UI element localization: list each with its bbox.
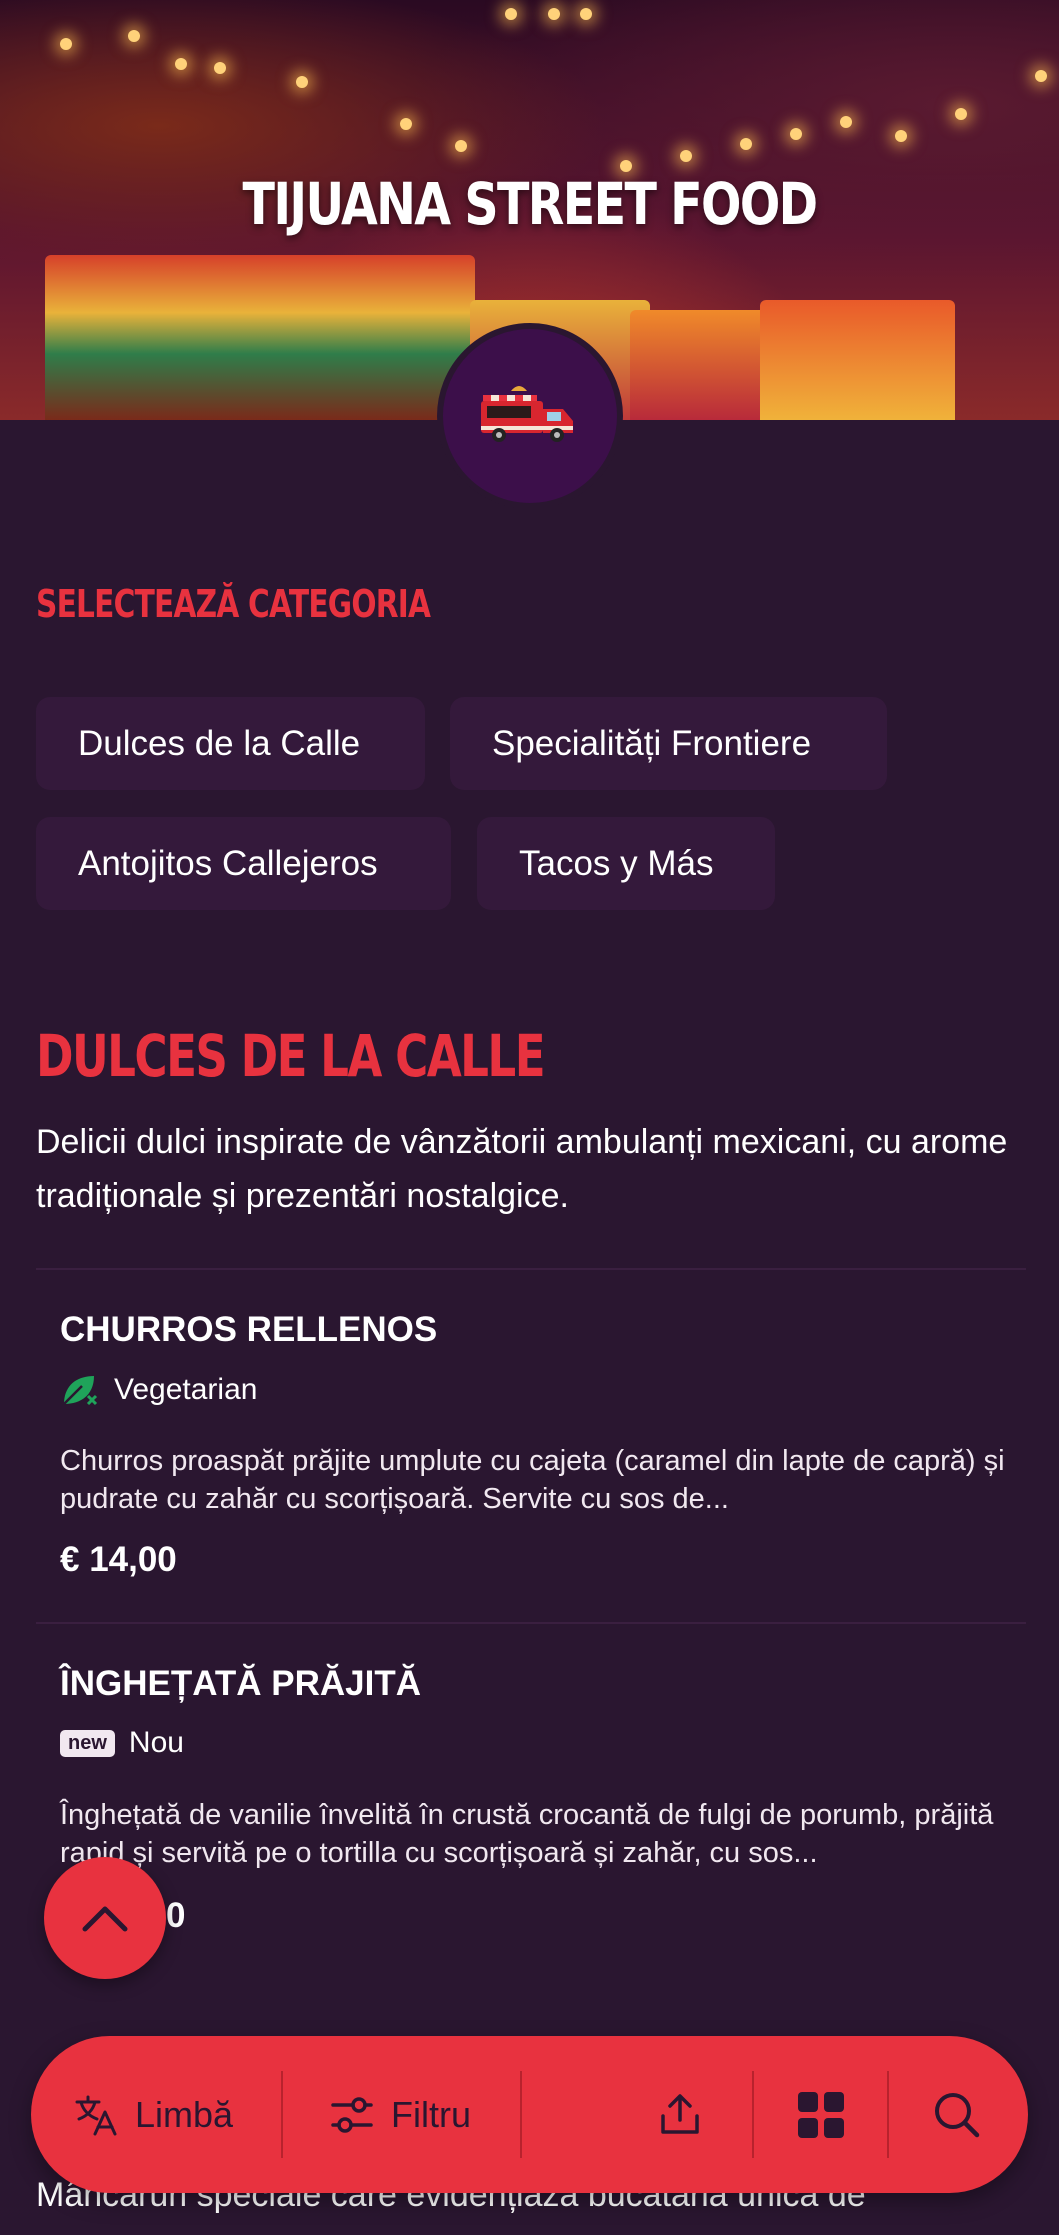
restaurant-logo [437,323,623,509]
grid-icon [798,2091,844,2138]
category-chip-antojitos[interactable]: Antojitos Callejeros [36,817,451,910]
filter-sliders-icon [331,2096,373,2133]
category-selector-label: SELECTEAZĂ CATEGORIA [36,582,431,626]
category-title: DULCES DE LA CALLE [36,1022,546,1090]
item-tag: Vegetarian [60,1372,257,1408]
food-truck-icon [481,386,573,442]
item-tag-label: Vegetarian [114,1373,258,1406]
filter-button[interactable]: Filtru [329,2036,471,2193]
filter-label: Filtru [391,2093,471,2135]
item-description: Churros proaspăt prăjite umplute cu caje… [60,1445,1005,1515]
category-chip-tacos[interactable]: Tacos y Más [477,817,775,910]
item-tag: new Nou [60,1726,184,1760]
item-price: € 14,00 [60,1540,177,1579]
search-button[interactable] [931,2036,983,2193]
item-price: 0 [166,1896,186,1935]
category-description: Delicii dulci inspirate de vânzătorii am… [36,1123,1008,1215]
grid-view-button[interactable] [796,2036,846,2193]
language-label: Limbă [135,2093,234,2135]
restaurant-title: TIJUANA STREET FOOD [242,170,819,238]
share-icon [661,2093,699,2134]
translate-icon [75,2095,117,2135]
leaf-icon [63,1376,98,1406]
item-tag-label: Nou [128,1726,184,1759]
language-button[interactable]: Limbă [73,2036,233,2193]
divider [36,1268,1026,1270]
item-description: Înghețată de vanilie învelită în crustă … [60,1799,994,1869]
bottom-toolbar: Limbă Filtru [31,2036,1028,2193]
category-chip-especialitati[interactable]: Specialități Frontiere [450,697,887,790]
chevron-up-icon [82,1906,128,1932]
item-name: ÎNGHEȚATĂ PRĂJITĂ [60,1664,422,1703]
share-button[interactable] [655,2036,705,2193]
item-name: CHURROS RELLENOS [60,1310,438,1349]
new-badge-icon: new [60,1729,115,1757]
divider [36,1622,1026,1624]
category-chip-dulces[interactable]: Dulces de la Calle [36,697,425,790]
scroll-to-top-button[interactable] [44,1857,166,1979]
search-icon [935,2092,980,2137]
